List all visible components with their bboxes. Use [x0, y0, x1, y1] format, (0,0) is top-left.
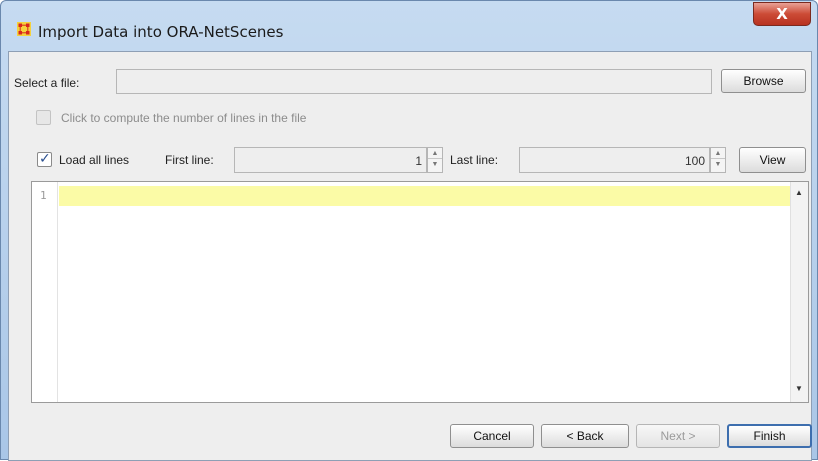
last-line-spinner[interactable]: ▲ ▼: [710, 147, 726, 173]
select-file-label: Select a file:: [14, 76, 80, 90]
close-button[interactable]: X: [753, 2, 811, 26]
spinner-down-icon[interactable]: ▼: [711, 159, 725, 170]
line-number-gutter: [32, 182, 58, 402]
load-all-lines-checkbox[interactable]: ✓: [37, 150, 52, 167]
first-line-label: First line:: [165, 153, 214, 167]
finish-label: Finish: [753, 429, 786, 443]
spinner-down-icon[interactable]: ▼: [428, 159, 442, 170]
back-button[interactable]: < Back: [541, 424, 629, 448]
checkmark-icon: ✓: [39, 150, 51, 166]
file-path-field[interactable]: [116, 69, 712, 94]
last-line-value: 100: [684, 154, 705, 168]
scroll-up-icon[interactable]: ▲: [795, 188, 803, 197]
scroll-down-icon[interactable]: ▼: [795, 384, 803, 393]
spinner-up-icon[interactable]: ▲: [428, 148, 442, 159]
next-label: Next >: [660, 429, 696, 443]
line-number: 1: [40, 189, 47, 202]
vertical-scrollbar[interactable]: ▲ ▼: [790, 182, 808, 402]
last-line-field[interactable]: 100: [519, 147, 710, 173]
browse-button[interactable]: Browse: [721, 69, 806, 93]
compute-lines-label: Click to compute the number of lines in …: [61, 111, 307, 125]
load-all-lines-label: Load all lines: [59, 153, 130, 167]
import-dialog-window: Import Data into ORA-NetScenes X Select …: [0, 0, 818, 461]
first-line-value: 1: [415, 154, 422, 168]
back-label: < Back: [566, 429, 604, 443]
cancel-button[interactable]: Cancel: [450, 424, 534, 448]
file-preview-editor[interactable]: 1 ▲ ▼: [31, 181, 809, 403]
window-title: Import Data into ORA-NetScenes: [38, 23, 284, 41]
cancel-label: Cancel: [473, 429, 511, 443]
last-line-label: Last line:: [450, 153, 499, 167]
spinner-up-icon[interactable]: ▲: [711, 148, 725, 159]
finish-button[interactable]: Finish: [727, 424, 812, 448]
view-button[interactable]: View: [739, 147, 806, 173]
first-line-field[interactable]: 1: [234, 147, 427, 173]
compute-lines-checkbox[interactable]: [36, 110, 51, 125]
app-network-icon: [17, 22, 31, 36]
title-bar[interactable]: Import Data into ORA-NetScenes X: [1, 1, 817, 51]
next-button[interactable]: Next >: [636, 424, 720, 448]
current-line-highlight: [59, 186, 791, 206]
first-line-spinner[interactable]: ▲ ▼: [427, 147, 443, 173]
